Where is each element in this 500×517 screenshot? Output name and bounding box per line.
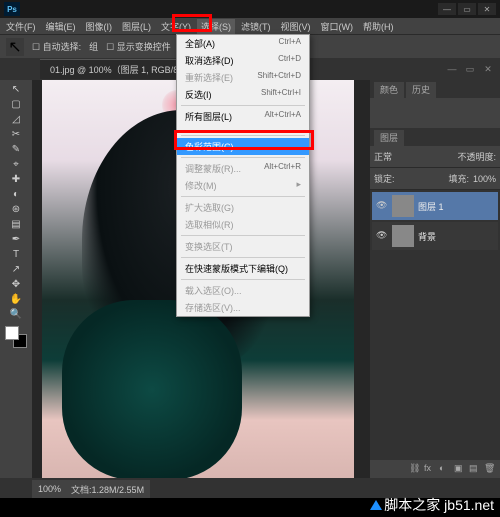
document-tab[interactable]: 01.jpg @ 100%（图层 1, RGB/8） xyxy=(40,59,197,79)
blend-mode-select[interactable]: 正常 xyxy=(374,150,392,163)
new-folder-icon[interactable]: ▣ xyxy=(454,463,466,475)
new-layer-icon[interactable]: ▤ xyxy=(469,463,481,475)
menu-layer[interactable]: 图层(L) xyxy=(118,19,155,34)
menu-item[interactable] xyxy=(177,129,309,133)
window-controls: — ▭ ✕ xyxy=(438,3,496,15)
menu-item: 变换选区(T) xyxy=(177,238,309,255)
watermark-icon xyxy=(370,500,382,510)
panel-tabs-top: 颜色 历史 xyxy=(370,80,500,98)
zoom-tool[interactable]: 🔍 xyxy=(9,307,23,321)
menu-item[interactable]: 取消选择(D)Ctrl+D xyxy=(177,52,309,69)
menu-image[interactable]: 图像(I) xyxy=(82,19,117,34)
maximize-button[interactable]: ▭ xyxy=(458,3,476,15)
stamp-tool[interactable]: ◐ xyxy=(9,187,23,201)
menu-item: 修改(M)▸ xyxy=(177,177,309,194)
crop-tool[interactable]: ✂ xyxy=(9,127,23,141)
move-tool[interactable]: ↖ xyxy=(9,82,23,96)
lock-label: 锁定: xyxy=(374,172,395,185)
color-swatch[interactable] xyxy=(5,326,27,348)
tab-layers[interactable]: 图层 xyxy=(374,130,404,146)
show-transform-checkbox[interactable]: ☐ 显示变换控件 xyxy=(106,40,171,53)
link-icon[interactable]: ⛓ xyxy=(409,463,421,475)
menu-item: 存储选区(V)... xyxy=(177,299,309,316)
menu-select[interactable]: 选择(S) xyxy=(197,19,235,34)
tab-color[interactable]: 颜色 xyxy=(374,82,404,98)
fill-label: 填充: xyxy=(448,172,469,185)
menu-item[interactable]: 所有图层(L)Alt+Ctrl+A xyxy=(177,108,309,125)
delete-icon[interactable]: 🗑 xyxy=(484,463,496,475)
layer-thumbnail[interactable] xyxy=(392,225,414,247)
hand-tool[interactable]: ✋ xyxy=(9,292,23,306)
image-content xyxy=(62,300,242,478)
layer-name[interactable]: 背景 xyxy=(418,230,436,243)
menu-type[interactable]: 文字(Y) xyxy=(157,19,195,34)
fill-value[interactable]: 100% xyxy=(473,174,496,184)
menu-item: 调整蒙版(R)...Alt+Ctrl+R xyxy=(177,160,309,177)
menu-view[interactable]: 视图(V) xyxy=(277,19,315,34)
layer-name[interactable]: 图层 1 xyxy=(418,200,444,213)
doc-close-icon[interactable]: ✕ xyxy=(480,62,496,76)
menu-item[interactable]: 反选(I)Shift+Ctrl+I xyxy=(177,86,309,103)
lasso-tool[interactable]: ◿ xyxy=(9,112,23,126)
eyedropper-tool[interactable]: ✎ xyxy=(9,142,23,156)
watermark: 脚本之家 jb51.net xyxy=(370,495,494,515)
menu-file[interactable]: 文件(F) xyxy=(2,19,40,34)
healing-tool[interactable]: ⌖ xyxy=(9,157,23,171)
doc-restore-icon[interactable]: ▭ xyxy=(462,62,478,76)
doc-minimize-icon[interactable]: — xyxy=(444,62,460,76)
pen-tool[interactable]: ✒ xyxy=(9,232,23,246)
eraser-tool[interactable]: ⊛ xyxy=(9,202,23,216)
menu-help[interactable]: 帮助(H) xyxy=(359,19,398,34)
titlebar: Ps — ▭ ✕ xyxy=(0,0,500,18)
visibility-icon[interactable]: 👁 xyxy=(376,230,388,242)
type-tool[interactable]: T xyxy=(9,247,23,261)
photoshop-window: Ps — ▭ ✕ 文件(F) 编辑(E) 图像(I) 图层(L) 文字(Y) 选… xyxy=(0,0,500,498)
foreground-color[interactable] xyxy=(5,326,19,340)
layers-footer: ⛓ fx ◐ ▣ ▤ 🗑 xyxy=(370,460,500,478)
move-tool-icon: ↖ xyxy=(6,38,24,56)
visibility-icon[interactable]: 👁 xyxy=(376,200,388,212)
menu-item: 选取相似(R) xyxy=(177,216,309,233)
menu-item: 载入选区(O)... xyxy=(177,282,309,299)
statusbar: 100% 文档:1.28M/2.55M xyxy=(32,480,150,498)
layer-row[interactable]: 👁 背景 xyxy=(372,222,498,250)
marquee-tool[interactable]: ▢ xyxy=(9,97,23,111)
minimize-button[interactable]: — xyxy=(438,3,456,15)
gradient-tool[interactable]: ▤ xyxy=(9,217,23,231)
menu-filter[interactable]: 滤镜(T) xyxy=(237,19,275,34)
close-button[interactable]: ✕ xyxy=(478,3,496,15)
select-menu-dropdown: 全部(A)Ctrl+A取消选择(D)Ctrl+D重新选择(E)Shift+Ctr… xyxy=(176,34,310,317)
doc-size: 文档:1.28M/2.55M xyxy=(71,483,144,496)
brush-tool[interactable]: ✚ xyxy=(9,172,23,186)
zoom-level[interactable]: 100% xyxy=(38,484,61,494)
layers-list: 👁 图层 1 👁 背景 xyxy=(370,190,500,460)
fx-icon[interactable]: fx xyxy=(424,463,436,475)
auto-select-checkbox[interactable]: ☐ 自动选择: xyxy=(32,40,81,53)
mask-icon[interactable]: ◐ xyxy=(439,463,451,475)
tab-history[interactable]: 历史 xyxy=(406,82,436,98)
path-tool[interactable]: ↗ xyxy=(9,262,23,276)
menu-item[interactable]: 色彩范围(C)... xyxy=(177,138,309,155)
menu-item[interactable]: 全部(A)Ctrl+A xyxy=(177,35,309,52)
layer-row[interactable]: 👁 图层 1 xyxy=(372,192,498,220)
app-logo: Ps xyxy=(4,2,20,16)
menu-edit[interactable]: 编辑(E) xyxy=(42,19,80,34)
opacity-label: 不透明度: xyxy=(457,150,496,163)
layer-thumbnail[interactable] xyxy=(392,195,414,217)
panels: 颜色 历史 图层 正常 不透明度: 锁定: 填充: 100% 👁 图层 1 xyxy=(370,80,500,478)
menu-item: 扩大选取(G) xyxy=(177,199,309,216)
shape-tool[interactable]: ✥ xyxy=(9,277,23,291)
menubar: 文件(F) 编辑(E) 图像(I) 图层(L) 文字(Y) 选择(S) 滤镜(T… xyxy=(0,18,500,34)
menu-item[interactable]: 在快速蒙版模式下编辑(Q) xyxy=(177,260,309,277)
panel-tabs-layers: 图层 xyxy=(370,128,500,146)
menu-item: 重新选择(E)Shift+Ctrl+D xyxy=(177,69,309,86)
toolbox: ↖ ▢ ◿ ✂ ✎ ⌖ ✚ ◐ ⊛ ▤ ✒ T ↗ ✥ ✋ 🔍 xyxy=(0,80,32,478)
menu-window[interactable]: 窗口(W) xyxy=(317,19,358,34)
auto-select-target[interactable]: 组 xyxy=(89,40,98,53)
